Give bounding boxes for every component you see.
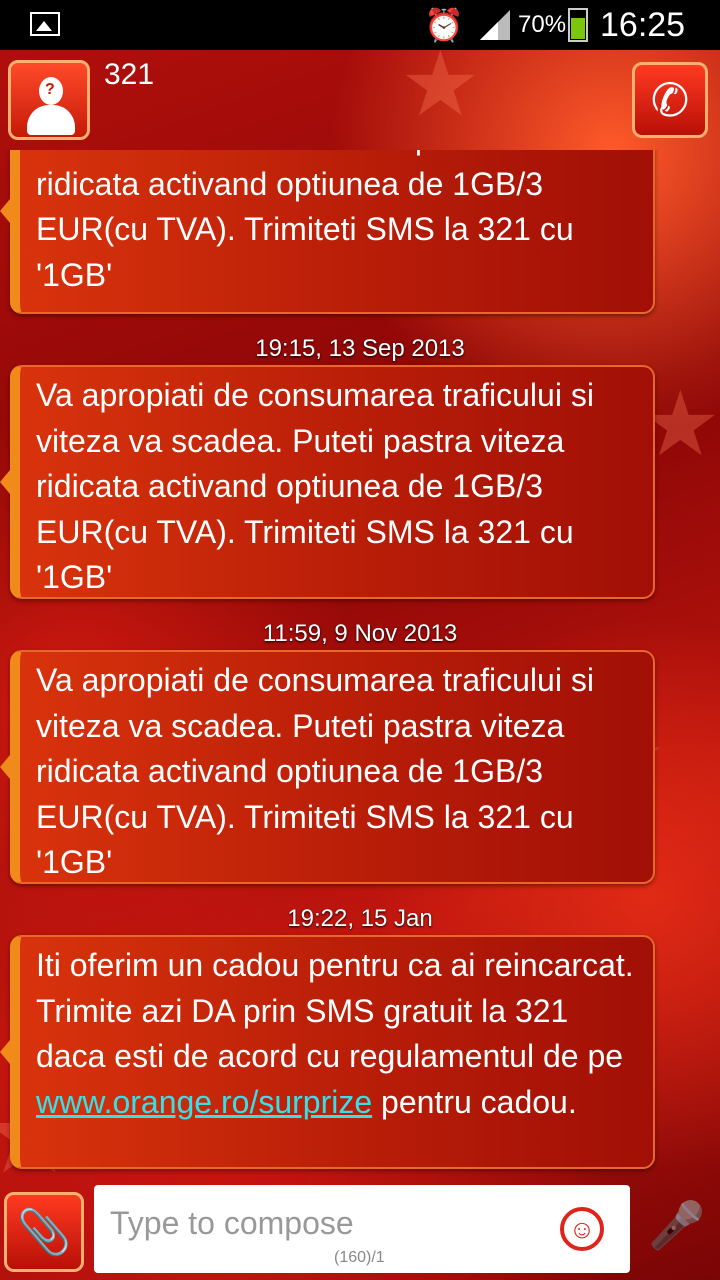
compose-input[interactable] [108,1199,542,1247]
attach-button[interactable]: 📎 [4,1192,84,1272]
contact-avatar-icon[interactable]: ? [8,60,90,140]
message-bubble[interactable]: Va apropiati de consumarea traficului si… [0,650,655,884]
phone-icon: ✆ [650,74,690,126]
background-star-decoration: ★ [400,35,481,135]
character-counter: (160)/1 [334,1249,385,1266]
attach-icon: 📎 [16,1208,72,1257]
clock-time: 16:25 [600,6,686,44]
message-link-part-1: www.orange.ro/ [36,1083,259,1120]
message-text: Iti oferim un cadou pentru ca ai reincar… [36,947,634,1074]
battery-percent: 70% [518,11,567,38]
message-bubble[interactable]: Va apropiati de consumarea traficului si… [0,365,655,599]
compose-field[interactable]: (160)/1 ☺ [94,1185,630,1273]
contact-name: 321 [104,58,155,91]
microphone-icon[interactable]: 🎤 [648,1198,705,1268]
message-link-part-2: surprize [258,1083,373,1120]
compose-bar: 📎 (160)/1 ☺ 🎤 [0,1180,720,1280]
message-text: Va apropiati de consumarea traficului si… [36,377,594,595]
message-link[interactable]: www.orange.ro/surprize [36,1084,372,1120]
message-text-tail: pentru cadou. [372,1083,577,1120]
battery-icon [568,8,588,42]
emoji-icon[interactable]: ☺ [560,1207,604,1251]
message-bubble[interactable]: Iti oferim un cadou pentru ca ai reincar… [0,935,655,1169]
message-text: si viteza va scadea. Puteti pastra vitez… [36,150,596,293]
signal-icon [480,10,510,40]
image-icon [30,12,60,36]
message-list[interactable]: si viteza va scadea. Puteti pastra vitez… [0,150,720,1180]
call-button[interactable]: ✆ [632,62,708,138]
status-bar: ⏰ 70% 16:25 [0,0,720,50]
message-text: Va apropiati de consumarea traficului si… [36,662,594,880]
alarm-icon: ⏰ [424,7,464,43]
message-timestamp: 19:22, 15 Jan [287,905,433,932]
message-timestamp: 11:59, 9 Nov 2013 [262,620,458,647]
message-timestamp: 19:15, 13 Sep 2013 [255,335,465,362]
message-bubble[interactable]: si viteza va scadea. Puteti pastra vitez… [0,150,655,314]
